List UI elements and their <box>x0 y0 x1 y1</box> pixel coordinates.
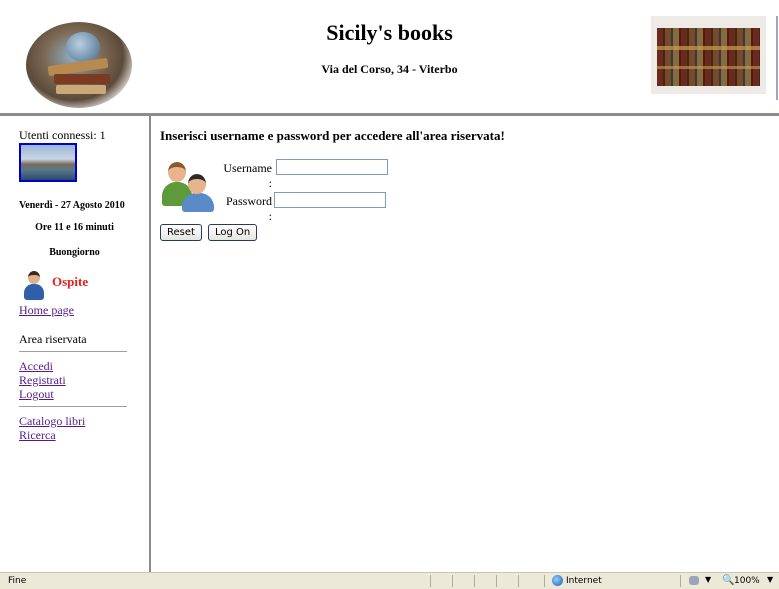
guest-label: Ospite <box>52 274 89 289</box>
catalog-link[interactable]: Catalogo libri <box>19 414 85 429</box>
search-link[interactable]: Ricerca <box>19 428 56 443</box>
main-content: Inserisci username e password per accede… <box>151 116 779 572</box>
chevron-down-icon[interactable]: ▼ <box>705 575 711 584</box>
page-header: Sicily's books Via del Corso, 34 - Viter… <box>0 0 779 113</box>
sidebar: Utenti connessi: 1 Venerdì - 27 Agosto 2… <box>0 116 149 572</box>
username-input[interactable] <box>276 159 388 175</box>
reset-button[interactable]: Reset <box>160 224 202 241</box>
internet-zone-icon <box>552 575 563 586</box>
current-time: Ore 11 e 16 minuti <box>35 222 114 233</box>
password-label: Password : <box>225 194 272 223</box>
webcam-image[interactable] <box>19 143 77 182</box>
username-label: Username : <box>223 161 272 190</box>
security-zone: Internet <box>566 576 602 586</box>
register-link[interactable]: Registrati <box>19 373 66 388</box>
greeting: Buongiorno <box>49 247 100 258</box>
browser-status-bar: Fine Internet ▼ 🔍 100% ▼ <box>0 572 779 589</box>
logout-link[interactable]: Logout <box>19 387 54 402</box>
user-icon <box>23 271 45 301</box>
users-icon <box>161 160 215 212</box>
home-page-link[interactable]: Home page <box>19 303 74 318</box>
header-edge <box>776 16 778 100</box>
password-input[interactable] <box>274 192 386 208</box>
zoom-level[interactable]: 100% <box>734 576 760 586</box>
users-online-count: Utenti connessi: 1 <box>19 128 106 142</box>
log-on-button[interactable]: Log On <box>208 224 258 241</box>
login-link[interactable]: Accedi <box>19 359 53 374</box>
protected-mode-icon[interactable] <box>689 576 699 585</box>
login-heading: Inserisci username e password per accede… <box>160 128 505 143</box>
sidebar-divider <box>19 351 127 352</box>
zoom-icon[interactable]: 🔍 <box>722 575 734 586</box>
current-date: Venerdì - 27 Agosto 2010 <box>19 200 125 211</box>
chevron-down-icon[interactable]: ▼ <box>767 575 773 584</box>
reserved-area-title: Area riservata <box>19 332 87 346</box>
status-text: Fine <box>8 576 27 586</box>
bookshelf-image <box>651 16 766 94</box>
sidebar-divider <box>19 406 127 407</box>
